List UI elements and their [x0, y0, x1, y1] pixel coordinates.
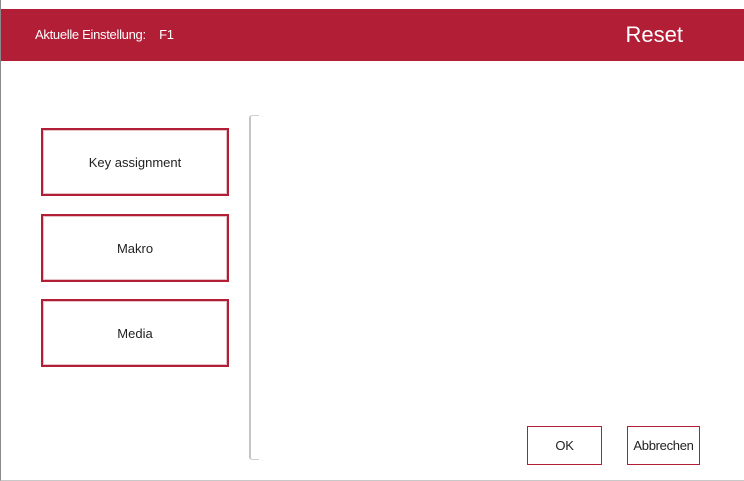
- key-assignment-button[interactable]: Key assignment: [41, 128, 229, 196]
- current-setting-label: Aktuelle Einstellung:: [35, 27, 146, 42]
- makro-button[interactable]: Makro: [41, 214, 229, 282]
- current-setting-value: F1: [159, 27, 174, 42]
- cancel-button[interactable]: Abbrechen: [627, 426, 700, 465]
- reset-button[interactable]: Reset: [626, 9, 683, 61]
- panel-divider: [249, 115, 259, 460]
- title-bar: Aktuelle Einstellung: F1 Reset: [1, 9, 744, 61]
- settings-window: Aktuelle Einstellung: F1 Reset Key assig…: [0, 0, 744, 481]
- media-button[interactable]: Media: [41, 299, 229, 367]
- ok-button[interactable]: OK: [527, 426, 602, 465]
- content-panel: [263, 115, 733, 415]
- current-setting-indicator: Aktuelle Einstellung: F1: [35, 9, 174, 61]
